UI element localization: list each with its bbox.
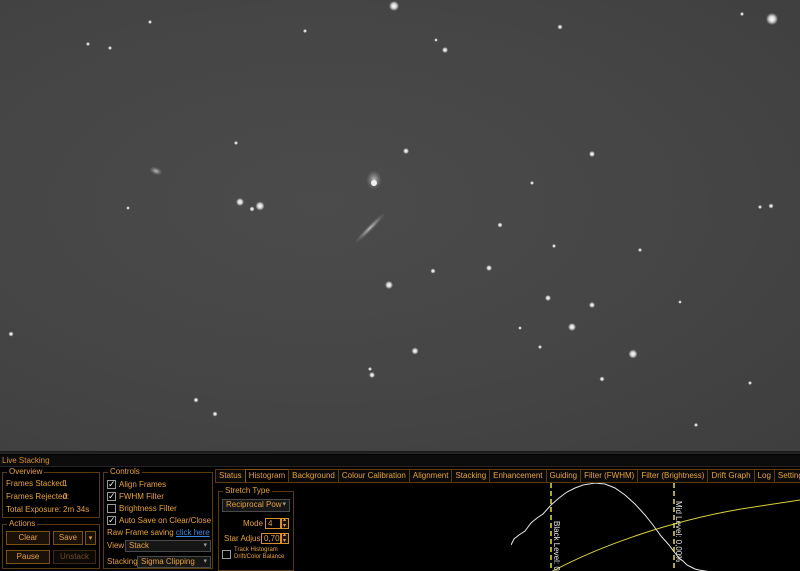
total-exposure-label: Total Exposure:	[6, 505, 62, 514]
tab-filter-brightness[interactable]: Filter (Brightness)	[637, 469, 709, 482]
tab-colour-calibration[interactable]: Colour Calibration	[337, 469, 410, 482]
tab-status[interactable]: Status	[215, 469, 246, 482]
stretch-type-select-value: Reciprocal Pow	[226, 500, 282, 509]
overview-legend: Overview	[7, 467, 45, 477]
auto-save-checkbox[interactable]	[107, 515, 116, 526]
mode-input[interactable]: 4	[265, 518, 281, 529]
raw-frame-saving-text: Raw Frame saving	[107, 528, 174, 537]
live-stacking-panel: Overview Frames Stacked: 1 Frames Reject…	[0, 467, 800, 571]
auto-save-label: Auto Save on Clear/Close	[119, 516, 212, 525]
panel-title: Live Stacking	[0, 455, 800, 467]
chevron-down-icon: ▾	[203, 558, 207, 565]
tab-guiding[interactable]: Guiding	[545, 469, 582, 482]
clear-button[interactable]: Clear	[6, 531, 50, 545]
frames-rejected-value: 0	[63, 492, 68, 501]
frames-rejected-label: Frames Rejected:	[6, 492, 70, 501]
tab-log[interactable]: Log	[753, 469, 775, 482]
controls-legend: Controls	[108, 467, 142, 477]
raw-frame-saving-label: Raw Frame saving click here	[107, 528, 210, 538]
star-field-graphic	[8, 1, 778, 427]
pause-button[interactable]: Pause	[6, 550, 50, 564]
frames-stacked-label: Frames Stacked:	[6, 479, 67, 488]
chevron-down-icon: ▾	[282, 501, 286, 508]
align-frames-checkbox[interactable]	[107, 479, 116, 490]
tab-settings[interactable]: Settings	[773, 469, 800, 482]
view-label: View	[107, 541, 125, 550]
histogram-chart[interactable]: Black Level: 0,00 Mid Level: 0,00%	[510, 482, 800, 571]
chevron-down-icon: ▾	[203, 542, 207, 549]
track-histogram-label: Track Histogram	[234, 547, 278, 553]
view-select-value: Stack	[129, 541, 150, 550]
stacking-select[interactable]: Sigma Clipping ▾	[137, 556, 211, 568]
total-exposure-value: 2m 34s	[63, 505, 90, 514]
histogram-tab-content: Stretch Type Reciprocal Pow ▾ Mode 4 Sta…	[215, 482, 800, 571]
actions-legend: Actions	[7, 519, 38, 529]
fwhm-filter-checkbox[interactable]	[107, 491, 116, 502]
star-adjust-label: Star Adjust	[224, 534, 263, 543]
star-adjust-spinner[interactable]	[281, 531, 289, 544]
chevron-down-icon: ▾	[88, 535, 93, 542]
tab-histogram[interactable]: Histogram	[244, 469, 290, 483]
stacking-label: Stacking	[107, 557, 138, 566]
actions-group: Actions Clear Save ▾ Pause Unstack	[2, 519, 100, 569]
brightness-filter-label: Brightness Filter	[119, 504, 177, 513]
fwhm-filter-label: FWHM Filter	[119, 492, 164, 501]
star-adjust-input[interactable]: 0,70	[261, 533, 281, 544]
controls-group: Controls Align Frames FWHM Filter Bright…	[103, 467, 213, 569]
drift-color-balance-label: Drift/Color Balance	[234, 554, 285, 560]
tab-stacking[interactable]: Stacking	[451, 469, 491, 482]
brightness-filter-checkbox[interactable]	[107, 504, 116, 513]
mode-label: Mode	[243, 519, 264, 528]
tab-enhancement[interactable]: Enhancement	[489, 469, 547, 482]
track-histogram-checkbox[interactable]	[222, 550, 231, 559]
tab-filter-fwhm[interactable]: Filter (FWHM)	[580, 469, 639, 482]
mode-spinner[interactable]	[281, 516, 289, 529]
stretch-type-legend: Stretch Type	[223, 486, 272, 496]
unstack-button[interactable]: Unstack	[53, 550, 96, 564]
stacked-image-view[interactable]	[0, 0, 800, 451]
stretch-type-group: Stretch Type Reciprocal Pow ▾ Mode 4 Sta…	[218, 486, 294, 571]
stretch-type-select[interactable]: Reciprocal Pow ▾	[222, 499, 290, 512]
tab-background[interactable]: Background	[288, 469, 339, 482]
splitter[interactable]	[0, 451, 800, 454]
frames-stacked-value: 1	[63, 479, 68, 488]
tab-drift-graph[interactable]: Drift Graph	[707, 469, 755, 482]
stacking-select-value: Sigma Clipping	[141, 557, 195, 566]
tab-bar: Status Histogram Background Colour Calibrat…	[215, 469, 800, 483]
view-select[interactable]: Stack ▾	[125, 540, 211, 552]
save-dropdown-button[interactable]: ▾	[85, 531, 96, 545]
black-level-label: Black Level: 0,00	[552, 521, 561, 571]
mid-level-label: Mid Level: 0,00%	[674, 501, 683, 563]
raw-frame-saving-link[interactable]: click here	[176, 528, 210, 537]
tab-alignment[interactable]: Alignment	[408, 469, 453, 482]
overview-group: Overview Frames Stacked: 1 Frames Reject…	[2, 467, 100, 518]
save-button[interactable]: Save	[53, 531, 83, 545]
align-frames-label: Align Frames	[119, 480, 167, 489]
